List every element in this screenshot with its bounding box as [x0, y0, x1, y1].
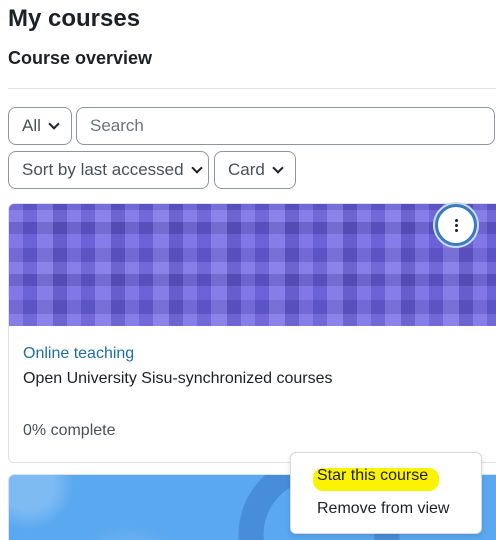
course-category-link[interactable]: Online teaching	[23, 345, 134, 363]
search-input[interactable]	[76, 107, 495, 145]
course-actions-menu: Star this course Remove from view	[290, 452, 482, 534]
divider	[8, 88, 496, 89]
chevron-down-icon	[48, 118, 60, 130]
page-title: My courses	[8, 5, 141, 32]
more-vertical-icon	[454, 218, 458, 232]
star-course-menu-item[interactable]: Star this course	[317, 467, 428, 485]
chevron-down-icon	[190, 162, 203, 174]
chevron-down-icon	[272, 162, 284, 174]
course-name[interactable]: Open University Sisu-synchronized course…	[23, 370, 332, 388]
view-dropdown[interactable]: Card	[214, 151, 296, 189]
section-title: Course overview	[8, 48, 153, 68]
grouping-dropdown[interactable]: All	[8, 107, 72, 145]
course-actions-button[interactable]	[435, 204, 477, 246]
sort-label: Sort by last accessed	[22, 160, 184, 179]
course-progress: 0% complete	[23, 422, 116, 439]
sort-dropdown[interactable]: Sort by last accessed	[8, 151, 209, 189]
view-label: Card	[228, 160, 265, 179]
course-card: Online teaching Open University Sisu-syn…	[8, 203, 496, 463]
grouping-label: All	[22, 116, 41, 135]
page: My courses Course overview All Sort by l…	[0, 0, 496, 540]
remove-from-view-menu-item[interactable]: Remove from view	[317, 500, 449, 518]
course-image[interactable]	[9, 204, 496, 326]
